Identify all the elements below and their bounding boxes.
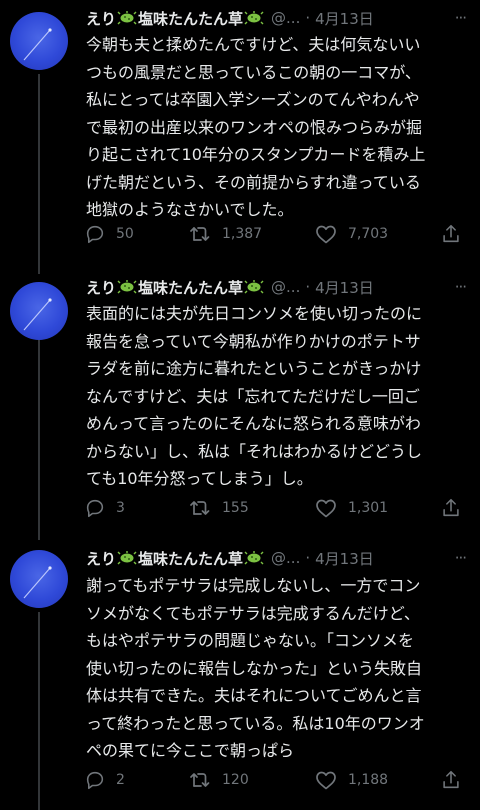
retweet-button[interactable]: 155: [188, 497, 249, 519]
thread-line: [38, 612, 40, 810]
tweet-actions: 50 1,387 7,703: [84, 223, 466, 247]
reply-count: 2: [116, 772, 125, 788]
like-count: 1,188: [348, 772, 389, 788]
author-name[interactable]: えり 塩味たんたん草: [86, 8, 265, 29]
retweet-icon: [190, 501, 210, 515]
retweet-count: 155: [222, 500, 249, 516]
share-icon: [443, 770, 459, 789]
like-button[interactable]: 1,301: [314, 497, 388, 519]
tweet-text-line: ソメがなくてもポテサラは完成するんだけど、: [86, 603, 420, 623]
like-button[interactable]: 7,703: [314, 223, 388, 245]
author-handle[interactable]: @...: [271, 549, 300, 567]
tweet-text-line: ても10年分怒ってしまう」し。: [86, 469, 313, 488]
share-button[interactable]: [440, 497, 462, 519]
reply-icon: [86, 225, 104, 244]
tweet-date[interactable]: 4月13日: [315, 8, 374, 29]
thread-line: [38, 340, 40, 540]
tweet-text-line: 表面的には夫が先日コンソメを使い切ったのに: [86, 304, 423, 323]
tweet-header: えり 塩味たんたん草 @... · 4月13日 ···: [86, 7, 467, 29]
author-name-text: えり: [86, 278, 117, 297]
thread-line: [38, 74, 40, 274]
share-icon: [443, 498, 459, 517]
avatar[interactable]: [10, 12, 68, 70]
tweet-text-line: で最初の出産以来のワンオペの恨みつらみが掘: [86, 117, 423, 137]
author-name-suffix: 塩味たんたん草: [138, 278, 244, 297]
author-name-text: えり: [86, 549, 117, 568]
virus-emoji-icon: [117, 11, 137, 25]
retweet-count: 1,387: [222, 226, 263, 242]
tweet-text-line: げた朝だという、その前提からすれ違っている: [86, 172, 421, 192]
tweet-text-line: ラダを前に途方に暮れたということがきっかけ: [86, 359, 422, 378]
virus-emoji-icon: [244, 551, 264, 565]
avatar[interactable]: [10, 282, 68, 340]
like-count: 1,301: [348, 500, 389, 516]
virus-emoji-icon: [117, 280, 137, 294]
reply-icon: [86, 771, 104, 790]
separator-dot: ·: [305, 549, 311, 567]
tweet-text-line: 使い切ったのに報告しなかった」という失敗自: [86, 658, 423, 678]
tweet-date[interactable]: 4月13日: [315, 548, 374, 569]
share-button[interactable]: [440, 769, 462, 791]
avatar[interactable]: [10, 550, 68, 608]
reply-count: 50: [116, 226, 134, 242]
author-name[interactable]: えり 塩味たんたん草: [86, 277, 265, 298]
retweet-count: 120: [222, 772, 249, 788]
tweet-actions: 3 155 1,301: [84, 497, 466, 521]
retweet-icon: [190, 227, 210, 241]
tweet-header: えり 塩味たんたん草 @... · 4月13日 ···: [86, 547, 467, 569]
tweet-text-line: 体は共有できた。夫はそれについてごめんと言: [86, 686, 422, 705]
virus-emoji-icon: [244, 280, 264, 294]
author-handle[interactable]: @...: [271, 9, 300, 27]
more-icon[interactable]: ···: [455, 549, 467, 567]
tweet-text-line: 今朝も夫と揉めたんですけど、夫は何気ないい: [86, 35, 421, 54]
tweet-header: えり 塩味たんたん草 @... · 4月13日 ···: [86, 276, 467, 298]
separator-dot: ·: [305, 278, 311, 296]
tweet-text: 今朝も夫と揉めたんですけど、夫は何気ないい つもの風景だと思っているこの朝の一コ…: [86, 31, 468, 224]
tweet-text-line: 地獄のようなさかいでした。: [86, 200, 294, 219]
tweet-date[interactable]: 4月13日: [315, 277, 374, 298]
like-icon: [316, 225, 336, 244]
author-name[interactable]: えり 塩味たんたん草: [86, 548, 265, 569]
retweet-icon: [190, 773, 210, 787]
reply-icon: [86, 499, 104, 518]
author-name-suffix: 塩味たんたん草: [138, 9, 244, 28]
like-button[interactable]: 1,188: [314, 769, 388, 791]
retweet-button[interactable]: 1,387: [188, 223, 262, 245]
tweet-text-line: 報告を怠っていて今朝私が作りかけのポテトサ: [86, 331, 421, 351]
like-count: 7,703: [348, 226, 389, 242]
tweet-text-line: 私にとっては卒園入学シーズンのてんやわんや: [86, 90, 420, 109]
reply-count: 3: [116, 500, 125, 516]
tweet-text-line: めんって言ったのにそんなに怒られる意味がわ: [86, 414, 421, 433]
author-name-text: えり: [86, 9, 117, 28]
tweet-text-line: もはやポテサラの問題じゃない。「コンソメを: [86, 631, 415, 650]
share-button[interactable]: [440, 223, 462, 245]
share-icon: [443, 224, 459, 243]
author-handle[interactable]: @...: [271, 278, 300, 296]
tweet-text: 謝ってもポテサラは完成しないし、一方でコン ソメがなくてもポテサラは完成するんだ…: [86, 572, 468, 765]
tweet-text: 表面的には夫が先日コンソメを使い切ったのに 報告を怠っていて今朝私が作りかけのポ…: [86, 300, 468, 493]
tweet-text-line: ペの果てに今ここで朝っぱら: [86, 741, 295, 760]
tweet-text-line: つもの風景だと思っているこの朝の一コマが、: [86, 62, 421, 82]
separator-dot: ·: [305, 9, 311, 27]
tweet-text-line: なんですけど、夫は「忘れてただけだし一回ご: [86, 386, 420, 406]
author-name-suffix: 塩味たんたん草: [138, 549, 244, 568]
retweet-button[interactable]: 120: [188, 769, 249, 791]
reply-button[interactable]: 50: [84, 223, 134, 245]
tweet-text-line: って終わったと思っている。私は10年のワンオ: [86, 713, 425, 733]
like-icon: [316, 771, 336, 790]
tweet-actions: 2 120 1,188: [84, 769, 466, 793]
tweet-text-line: からない」し、私は「それはわかるけどどうし: [86, 441, 423, 461]
like-icon: [316, 499, 336, 518]
tweet-text-line: り起こされて10年分のスタンプカードを積み上: [86, 145, 426, 164]
virus-emoji-icon: [244, 11, 264, 25]
more-icon[interactable]: ···: [455, 278, 467, 296]
reply-button[interactable]: 2: [84, 769, 125, 791]
virus-emoji-icon: [117, 551, 137, 565]
tweet-text-line: 謝ってもポテサラは完成しないし、一方でコン: [86, 576, 421, 595]
more-icon[interactable]: ···: [455, 9, 467, 27]
reply-button[interactable]: 3: [84, 497, 125, 519]
